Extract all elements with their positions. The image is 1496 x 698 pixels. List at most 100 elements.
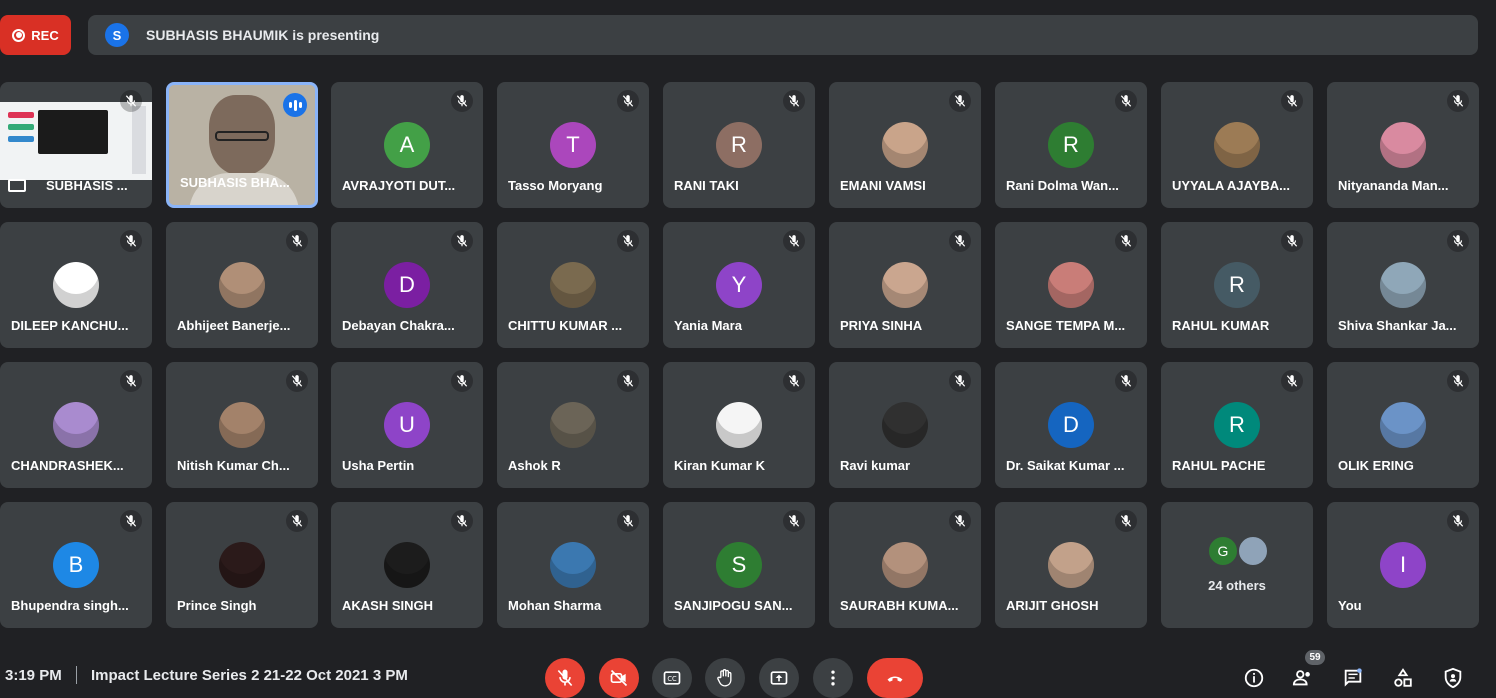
participant-tile[interactable]: CHITTU KUMAR ...: [497, 222, 649, 348]
participant-name: ARIJIT GHOSH: [1006, 598, 1099, 613]
others-avatars: G: [1207, 535, 1269, 567]
participant-tile[interactable]: D Dr. Saikat Kumar ...: [995, 362, 1147, 488]
mic-toggle-button[interactable]: [545, 658, 585, 698]
participant-tile[interactable]: PRIYA SINHA: [829, 222, 981, 348]
participant-name: SUBHASIS BHA...: [180, 175, 290, 190]
participant-tile[interactable]: DILEEP KANCHU...: [0, 222, 152, 348]
avatar: R: [716, 122, 762, 168]
mic-muted-icon: [286, 230, 308, 252]
presenter-avatar: S: [105, 23, 129, 47]
participant-tile[interactable]: Shiva Shankar Ja...: [1327, 222, 1479, 348]
mic-muted-icon: [1447, 510, 1469, 532]
participant-tile[interactable]: I You: [1327, 502, 1479, 628]
participant-tile[interactable]: CHANDRASHEK...: [0, 362, 152, 488]
mic-muted-icon: [783, 370, 805, 392]
participant-tile[interactable]: UYYALA AJAYBA...: [1161, 82, 1313, 208]
participant-tile[interactable]: SAURABH KUMA...: [829, 502, 981, 628]
participant-tile[interactable]: Abhijeet Banerje...: [166, 222, 318, 348]
participant-tile[interactable]: A AVRAJYOTI DUT...: [331, 82, 483, 208]
participant-name: Abhijeet Banerje...: [177, 318, 291, 333]
raise-hand-icon: [717, 669, 732, 687]
mic-muted-icon: [451, 510, 473, 532]
clock: 3:19 PM: [5, 667, 62, 684]
participant-name: Tasso Moryang: [508, 178, 603, 193]
info-icon: [1244, 668, 1264, 688]
meeting-title: Impact Lecture Series 2 21-22 Oct 2021 3…: [91, 667, 408, 684]
participant-tile[interactable]: SUBHASIS ...: [0, 82, 152, 208]
mic-muted-icon: [286, 370, 308, 392]
people-icon: [1292, 670, 1310, 686]
participant-name: Kiran Kumar K: [674, 458, 766, 473]
participant-tile[interactable]: AKASH SINGH: [331, 502, 483, 628]
participant-tile[interactable]: Nitish Kumar Ch...: [166, 362, 318, 488]
leave-call-button[interactable]: [867, 658, 923, 698]
mic-muted-icon: [1115, 90, 1137, 112]
avatar: [882, 262, 928, 308]
more-icon: [831, 670, 835, 686]
participant-tile[interactable]: D Debayan Chakra...: [331, 222, 483, 348]
mic-muted-icon: [1447, 230, 1469, 252]
mic-muted-icon: [120, 230, 142, 252]
avatar: [219, 262, 265, 308]
participant-tile[interactable]: U Usha Pertin: [331, 362, 483, 488]
participant-name: RAHUL PACHE: [1172, 458, 1266, 473]
mic-muted-icon: [1115, 370, 1137, 392]
participant-name: Bhupendra singh...: [11, 598, 129, 613]
avatar: [1048, 542, 1094, 588]
mic-muted-icon: [1281, 370, 1303, 392]
participant-tile[interactable]: SANGE TEMPA M...: [995, 222, 1147, 348]
mic-muted-icon: [120, 90, 142, 112]
people-button[interactable]: [1289, 664, 1317, 692]
participant-name: CHITTU KUMAR ...: [508, 318, 623, 333]
recording-indicator[interactable]: REC: [0, 15, 71, 55]
participant-tile[interactable]: Y Yania Mara: [663, 222, 815, 348]
raise-hand-button[interactable]: [705, 658, 745, 698]
participant-name: CHANDRASHEK...: [11, 458, 124, 473]
present-now-button[interactable]: [759, 658, 799, 698]
participant-tile[interactable]: T Tasso Moryang: [497, 82, 649, 208]
participant-name: Rani Dolma Wan...: [1006, 178, 1119, 193]
avatar: [1237, 535, 1269, 567]
meeting-details-button[interactable]: [1240, 664, 1268, 692]
participant-name: SUBHASIS ...: [46, 178, 128, 193]
speaking-indicator-icon: [283, 93, 307, 117]
presenting-banner[interactable]: S SUBHASIS BHAUMIK is presenting: [88, 15, 1478, 55]
participant-tile[interactable]: R RAHUL PACHE: [1161, 362, 1313, 488]
others-tile[interactable]: G 24 others: [1161, 502, 1313, 628]
host-controls-button[interactable]: [1439, 664, 1467, 692]
avatar: [882, 402, 928, 448]
participant-tile[interactable]: Ashok R: [497, 362, 649, 488]
activities-icon: [1394, 668, 1412, 687]
camera-toggle-button[interactable]: [599, 658, 639, 698]
participant-tile[interactable]: R RAHUL KUMAR: [1161, 222, 1313, 348]
participant-tile[interactable]: Kiran Kumar K: [663, 362, 815, 488]
participant-name: Mohan Sharma: [508, 598, 602, 613]
others-count-label: 24 others: [1208, 578, 1266, 593]
participant-tile[interactable]: SUBHASIS BHA...: [166, 82, 318, 208]
participant-tile[interactable]: Prince Singh: [166, 502, 318, 628]
svg-text:CC: CC: [667, 675, 677, 683]
avatar: [1048, 262, 1094, 308]
end-call-icon: [887, 676, 903, 682]
participant-tile[interactable]: Mohan Sharma: [497, 502, 649, 628]
participant-tile[interactable]: ARIJIT GHOSH: [995, 502, 1147, 628]
participant-tile[interactable]: R Rani Dolma Wan...: [995, 82, 1147, 208]
mic-muted-icon: [451, 90, 473, 112]
participant-name: Prince Singh: [177, 598, 257, 613]
participant-name: PRIYA SINHA: [840, 318, 923, 333]
participant-tile[interactable]: Ravi kumar: [829, 362, 981, 488]
participant-tile[interactable]: OLIK ERING: [1327, 362, 1479, 488]
more-options-button[interactable]: [813, 658, 853, 698]
participant-name: EMANI VAMSI: [840, 178, 926, 193]
participant-tile[interactable]: EMANI VAMSI: [829, 82, 981, 208]
avatar: [550, 542, 596, 588]
mic-muted-icon: [617, 510, 639, 532]
participant-tile[interactable]: Nityananda Man...: [1327, 82, 1479, 208]
captions-button[interactable]: CC: [652, 658, 692, 698]
chat-button[interactable]: [1339, 664, 1367, 692]
participant-tile[interactable]: S SANJIPOGU SAN...: [663, 502, 815, 628]
activities-button[interactable]: [1389, 664, 1417, 692]
present-icon: [770, 671, 788, 685]
participant-tile[interactable]: B Bhupendra singh...: [0, 502, 152, 628]
participant-tile[interactable]: R RANI TAKI: [663, 82, 815, 208]
